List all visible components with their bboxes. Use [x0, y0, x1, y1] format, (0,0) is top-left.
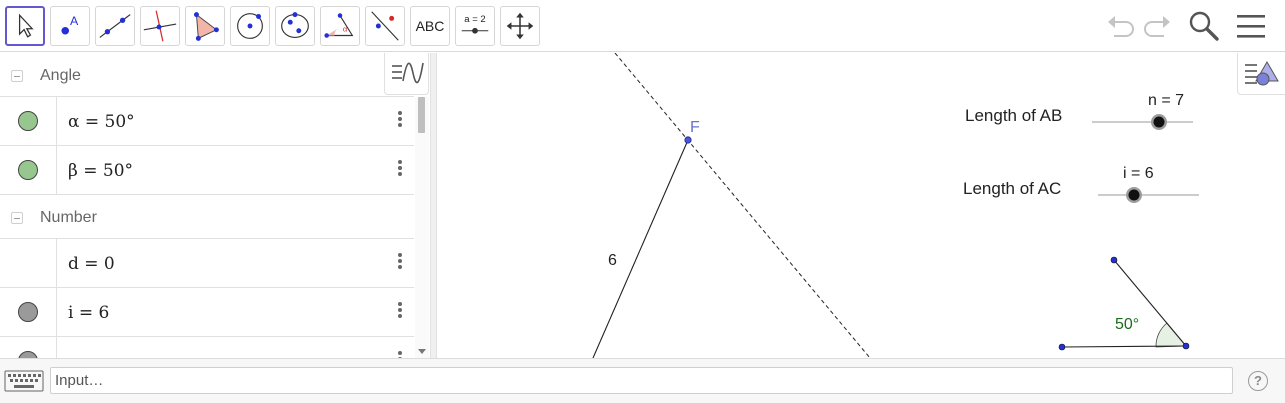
perpendicular-line-tool-button[interactable]	[140, 6, 180, 46]
graph-style-icon	[392, 62, 424, 84]
algebra-expression[interactable]: d = 0	[68, 254, 115, 274]
more-options-icon[interactable]	[390, 109, 410, 133]
svg-text:α: α	[343, 25, 348, 34]
visibility-toggle[interactable]	[18, 111, 38, 131]
algebra-expression[interactable]: α = 50°	[68, 112, 135, 132]
move-graphics-view-tool-button[interactable]	[500, 6, 540, 46]
segment-length-label: 6	[608, 252, 617, 269]
circle-tool-button[interactable]	[230, 6, 270, 46]
svg-text:A: A	[70, 14, 79, 28]
slider-ab-value: n = 7	[1148, 92, 1185, 109]
slider-tool-button[interactable]: a = 2	[455, 6, 495, 46]
more-options-icon[interactable]	[390, 349, 410, 358]
search-icon	[1189, 11, 1219, 41]
undo-icon	[1108, 16, 1134, 37]
algebra-item-d[interactable]: d = 0	[0, 239, 414, 288]
more-options-icon[interactable]	[390, 251, 410, 275]
category-number[interactable]: Number	[0, 195, 414, 239]
keyboard-icon	[4, 370, 44, 392]
point-f-label: F	[690, 119, 700, 136]
slider-ab-caption: Length of AB	[965, 106, 1063, 125]
angle-icon: α	[324, 13, 354, 38]
dashed-line	[614, 53, 871, 358]
move-tool-button[interactable]	[5, 6, 45, 46]
polygon-tool-button[interactable]	[185, 6, 225, 46]
line-tool-button[interactable]	[95, 6, 135, 46]
undo-button[interactable]	[1102, 8, 1138, 44]
algebra-item-partial[interactable]	[0, 337, 414, 358]
toolbar: A α ABC a = 2	[0, 0, 1285, 52]
reflect-tool-button[interactable]	[365, 6, 405, 46]
main-menu-button[interactable]	[1233, 8, 1269, 44]
circle-icon	[237, 13, 263, 39]
slider-tool-label: a = 2	[464, 14, 485, 25]
perpendicular-line-icon	[143, 10, 177, 42]
angle-point-top	[1110, 256, 1118, 264]
algebra-item-beta[interactable]: β = 50°	[0, 146, 414, 195]
input-bar: ?	[0, 358, 1285, 403]
slider-ab-knob	[1153, 116, 1165, 128]
search-button[interactable]	[1186, 8, 1222, 44]
graphics-style-icon	[1245, 61, 1279, 86]
visibility-toggle[interactable]	[18, 160, 38, 180]
graphics-style-bar-button[interactable]	[1237, 53, 1285, 95]
view-splitter[interactable]	[430, 53, 437, 358]
slider-ac-caption: Length of AC	[963, 179, 1062, 198]
angle-tool-button[interactable]: α	[320, 6, 360, 46]
text-tool-label: ABC	[415, 18, 445, 34]
ellipse-icon	[281, 12, 309, 38]
cursor-arrow-icon	[18, 13, 34, 38]
algebra-scrollbar[interactable]	[415, 97, 429, 358]
more-options-icon[interactable]	[390, 300, 410, 324]
scrollbar-thumb[interactable]	[418, 97, 425, 133]
redo-icon	[1144, 16, 1170, 37]
more-options-icon[interactable]	[390, 158, 410, 182]
category-label: Number	[40, 209, 97, 226]
angle-vertex-point	[1182, 342, 1190, 350]
virtual-keyboard-button[interactable]	[4, 369, 44, 393]
algebra-view: Angle α = 50° β = 50° Number d = 0 i = 6	[0, 53, 430, 358]
collapse-toggle-icon[interactable]	[11, 212, 23, 224]
point-tool-button[interactable]: A	[50, 6, 90, 46]
algebra-item-alpha[interactable]: α = 50°	[0, 97, 414, 146]
angle-point-left	[1058, 343, 1066, 351]
visibility-toggle[interactable]	[18, 351, 38, 358]
input-field[interactable]	[50, 367, 1233, 394]
move-arrows-icon	[506, 12, 534, 40]
reflect-line-icon	[371, 11, 399, 41]
visibility-toggle[interactable]	[18, 302, 38, 322]
menu-icon	[1237, 15, 1265, 38]
angle-sector	[1155, 322, 1187, 348]
algebra-expression[interactable]: β = 50°	[68, 161, 133, 181]
category-label: Angle	[40, 67, 81, 84]
collapse-toggle-icon[interactable]	[11, 70, 23, 82]
polygon-icon	[193, 12, 219, 41]
point-f	[684, 136, 692, 144]
algebra-style-bar-button[interactable]	[384, 53, 429, 95]
point-icon: A	[61, 14, 79, 35]
slider-ac-knob	[1128, 189, 1140, 201]
algebra-expression[interactable]: i = 6	[68, 303, 109, 323]
slider-ac-value: i = 6	[1123, 165, 1154, 182]
redo-button[interactable]	[1140, 8, 1176, 44]
graphics-view[interactable]: F 6 Length of AB n = 7 Length of AC i = …	[437, 53, 1285, 358]
segment-6	[592, 139, 689, 358]
slider-icon: a = 2	[461, 14, 489, 34]
category-angle[interactable]: Angle	[0, 53, 414, 97]
line-icon	[99, 14, 131, 38]
scroll-down-arrow-icon[interactable]	[418, 349, 426, 354]
text-tool-button[interactable]: ABC	[410, 6, 450, 46]
angle-value-label: 50°	[1115, 316, 1140, 333]
algebra-item-i[interactable]: i = 6	[0, 288, 414, 337]
ellipse-tool-button[interactable]	[275, 6, 315, 46]
help-button[interactable]: ?	[1248, 371, 1268, 391]
